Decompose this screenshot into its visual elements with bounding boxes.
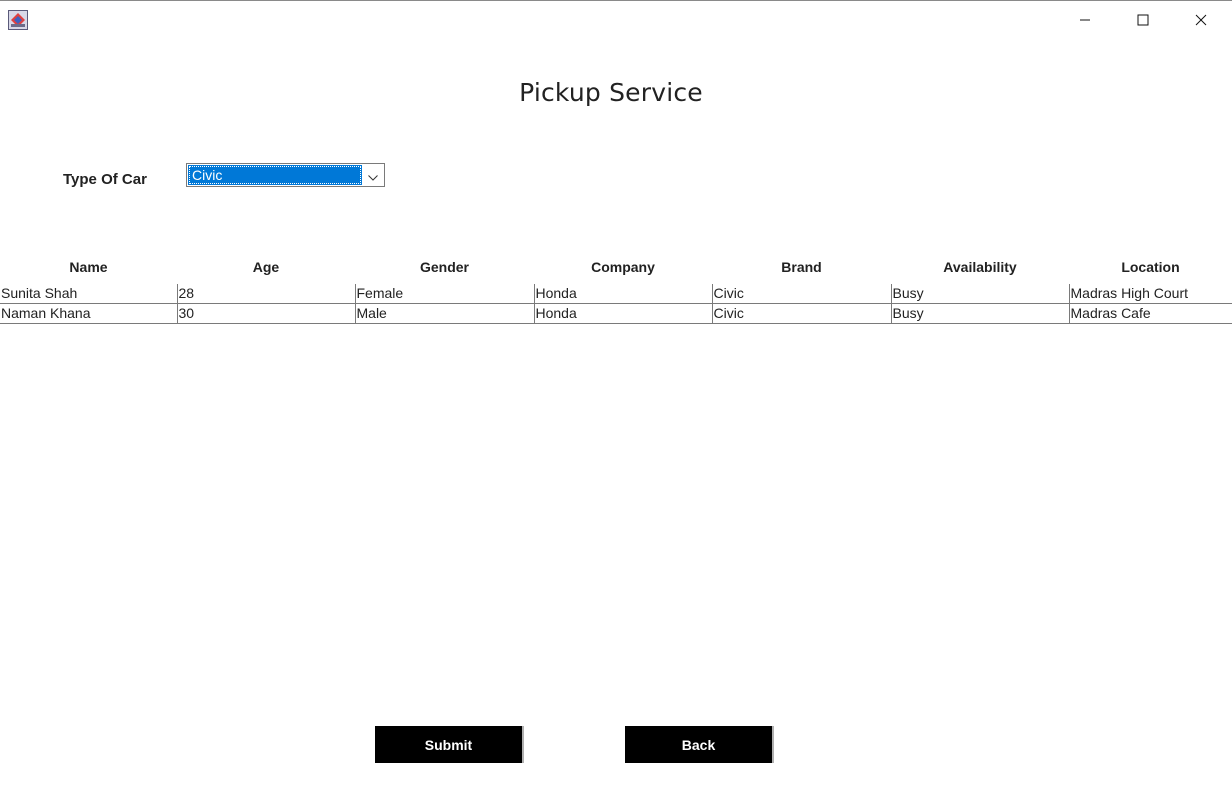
cell-gender[interactable]: Female xyxy=(354,284,534,304)
cell-location[interactable]: Madras Cafe xyxy=(1068,303,1232,324)
dropdown-arrow[interactable] xyxy=(362,164,384,186)
chevron-down-icon xyxy=(368,166,378,185)
cell-company[interactable]: Honda xyxy=(533,284,712,304)
minimize-button[interactable] xyxy=(1056,2,1114,38)
car-type-select[interactable]: Civic xyxy=(186,163,385,187)
maximize-icon xyxy=(1137,11,1149,30)
minimize-icon xyxy=(1079,11,1091,30)
table-row[interactable]: Naman Khana 30 Male Honda Civic Busy Mad… xyxy=(0,303,1232,324)
maximize-button[interactable] xyxy=(1114,2,1172,38)
cell-name[interactable]: Naman Khana xyxy=(0,303,177,324)
table-row[interactable]: Sunita Shah 28 Female Honda Civic Busy M… xyxy=(0,284,1232,304)
cell-age[interactable]: 28 xyxy=(176,284,355,304)
column-header-location[interactable]: Location xyxy=(1069,256,1232,284)
column-header-availability[interactable]: Availability xyxy=(891,256,1069,284)
drivers-table: Name Age Gender Company Brand Availabili… xyxy=(0,256,1232,324)
column-header-age[interactable]: Age xyxy=(177,256,355,284)
close-icon xyxy=(1195,11,1207,30)
cell-brand[interactable]: Civic xyxy=(711,303,891,324)
close-button[interactable] xyxy=(1172,2,1230,38)
column-header-company[interactable]: Company xyxy=(534,256,712,284)
table-header-row: Name Age Gender Company Brand Availabili… xyxy=(0,256,1232,284)
cell-brand[interactable]: Civic xyxy=(711,284,891,304)
column-header-name[interactable]: Name xyxy=(0,256,177,284)
column-header-brand[interactable]: Brand xyxy=(712,256,891,284)
cell-age[interactable]: 30 xyxy=(176,303,355,324)
column-header-gender[interactable]: Gender xyxy=(355,256,534,284)
cell-availability[interactable]: Busy xyxy=(890,284,1069,304)
cell-name[interactable]: Sunita Shah xyxy=(0,284,177,304)
car-type-selected-value: Civic xyxy=(188,165,362,185)
cell-gender[interactable]: Male xyxy=(354,303,534,324)
cell-location[interactable]: Madras High Court xyxy=(1068,284,1232,304)
cell-availability[interactable]: Busy xyxy=(890,303,1069,324)
page-title: Pickup Service xyxy=(519,78,703,107)
cell-company[interactable]: Honda xyxy=(533,303,712,324)
title-bar[interactable] xyxy=(0,1,1232,37)
car-type-label: Type Of Car xyxy=(63,171,147,188)
back-button[interactable]: Back xyxy=(625,726,774,763)
java-app-icon xyxy=(8,10,28,30)
submit-button[interactable]: Submit xyxy=(375,726,524,763)
pickup-service-window: Pickup Service Type Of Car Civic Name Ag… xyxy=(0,0,1232,788)
